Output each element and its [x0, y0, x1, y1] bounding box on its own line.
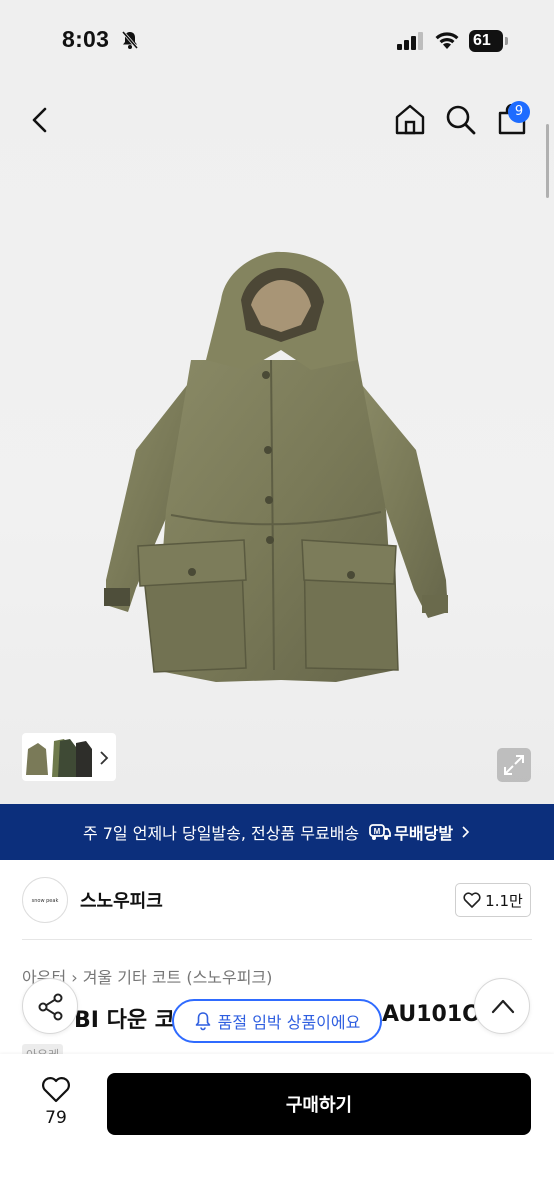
divider: [22, 939, 532, 940]
shop-logo[interactable]: snow peak: [22, 877, 68, 923]
thumbnail-images[interactable]: [24, 735, 96, 779]
cart-count-badge: 9: [508, 101, 530, 123]
heart-icon: [463, 892, 481, 908]
delivery-truck-icon: M: [369, 824, 392, 840]
product-photo: [104, 251, 448, 682]
status-time: 8:03: [62, 26, 110, 52]
home-icon[interactable]: [394, 103, 426, 135]
chevron-up-icon: [491, 999, 515, 1014]
shipping-banner[interactable]: 주 7일 언제나 당일발송, 전상품 무료배송 M 무배당발: [0, 804, 554, 860]
sold-out-soon-text: 품절 임박 상품이에요: [217, 1013, 361, 1032]
bell-off-icon: [121, 31, 139, 49]
shop-name[interactable]: 스노우피크: [80, 887, 163, 913]
bell-icon: [195, 1012, 210, 1031]
scrollbar[interactable]: [546, 124, 549, 198]
wish-count: 79: [45, 1108, 67, 1128]
expand-icon: [504, 755, 524, 775]
signal-icon: [397, 32, 423, 50]
product-title-start: BI 다운 코: [74, 1008, 175, 1033]
breadcrumb-category[interactable]: 겨울 기타 코트 (스노우피크): [83, 968, 273, 987]
chevron-right-icon: [462, 826, 470, 838]
free-shipping-badge: M 무배당발: [369, 820, 453, 844]
free-shipping-badge-label: 무배당발: [394, 824, 454, 843]
back-arrow-icon[interactable]: [26, 106, 54, 134]
chevron-right-icon[interactable]: [98, 750, 110, 766]
heart-icon[interactable]: [41, 1076, 71, 1103]
buy-button[interactable]: 구매하기: [107, 1073, 531, 1135]
svg-text:M: M: [374, 827, 381, 836]
share-icon: [38, 993, 63, 1021]
sold-out-soon-toast: 품절 임박 상품이에요: [172, 999, 382, 1043]
wifi-icon: [435, 32, 459, 49]
shipping-banner-text: 주 7일 언제나 당일발송, 전상품 무료배송: [82, 824, 360, 843]
shop-like-count: 1.1만: [485, 891, 523, 910]
shop-like-button[interactable]: 1.1만: [455, 883, 531, 917]
battery-cap: [505, 37, 508, 45]
search-icon[interactable]: [445, 104, 477, 136]
battery-indicator: 61: [469, 30, 503, 52]
share-button[interactable]: [22, 978, 78, 1034]
scroll-to-top-button[interactable]: [474, 978, 530, 1034]
breadcrumb-separator-icon: ›: [71, 968, 83, 987]
expand-image-button[interactable]: [497, 748, 531, 782]
shop-logo-text: snow peak: [31, 898, 59, 904]
